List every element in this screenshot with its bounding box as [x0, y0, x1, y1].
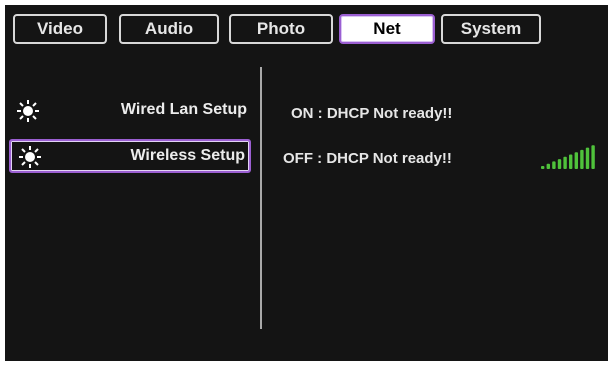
menu-item-label: Wired Lan Setup — [120, 101, 247, 118]
tab-audio[interactable]: Audio — [119, 14, 219, 44]
signal-bar — [557, 159, 562, 169]
signal-bar — [585, 147, 590, 169]
wireless-status-text: OFF : DHCP Not ready!! — [283, 150, 452, 167]
tab-photo[interactable]: Photo — [229, 14, 333, 44]
signal-bar — [569, 154, 573, 169]
settings-screen: Video Audio Photo Net System Wired Lan S… — [5, 5, 608, 361]
signal-bar — [546, 163, 550, 169]
tab-net[interactable]: Net — [339, 14, 435, 44]
signal-bar — [580, 149, 584, 169]
sun-icon — [19, 146, 41, 168]
tab-video[interactable]: Video — [13, 14, 107, 44]
signal-bar — [574, 152, 578, 169]
signal-bar — [541, 166, 545, 169]
divider — [260, 67, 262, 329]
sun-icon — [17, 100, 39, 122]
tab-system[interactable]: System — [441, 14, 541, 44]
signal-bar — [591, 145, 595, 169]
menu-item-label: Wireless Setup — [130, 147, 245, 164]
menu-item-wireless-setup[interactable]: Wireless Setup — [9, 139, 251, 173]
menu-item-wired-lan-setup[interactable]: Wired Lan Setup — [9, 95, 251, 129]
signal-bar — [552, 161, 556, 169]
signal-strength-icon — [541, 145, 595, 169]
wired-status-text: ON : DHCP Not ready!! — [291, 105, 453, 122]
signal-bar — [563, 156, 567, 169]
